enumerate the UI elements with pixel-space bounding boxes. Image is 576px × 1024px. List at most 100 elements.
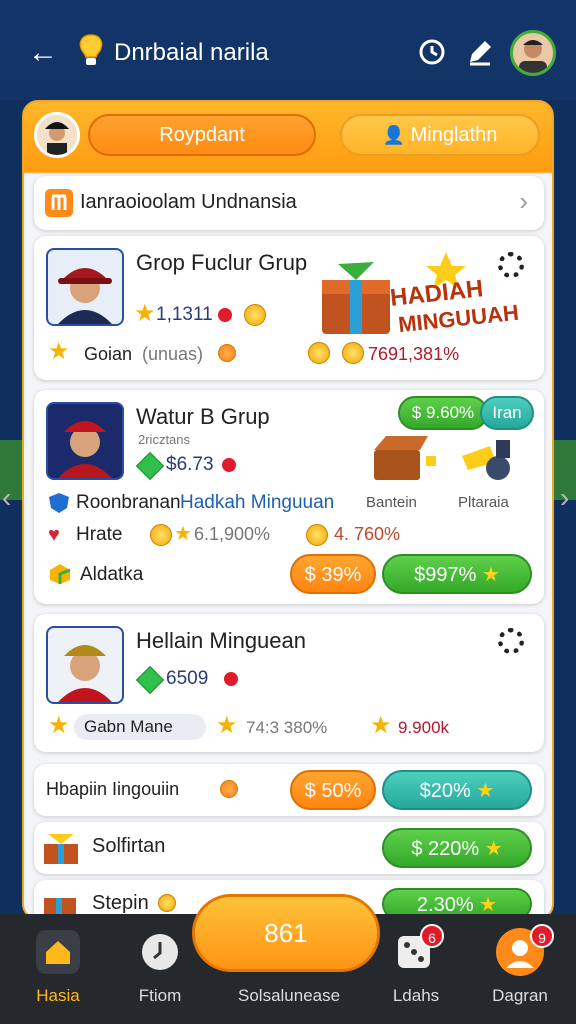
card1-label: Goian	[84, 344, 133, 364]
card3-val2: 9.900k	[398, 718, 450, 737]
home-icon	[36, 930, 80, 974]
nav-item-home[interactable]: Hasia	[8, 914, 108, 1024]
orange-coin-icon	[220, 780, 238, 798]
tab-left-button[interactable]: Roypdant	[88, 114, 316, 156]
region-header-bar[interactable]: Ianraoioolam Undnansia ›	[34, 176, 544, 230]
app-title: Dnrbaial narila	[114, 39, 269, 66]
star-icon: ★	[476, 780, 495, 802]
nav-label: Solsalunease	[238, 986, 341, 1005]
card2-portrait	[46, 402, 124, 480]
card2-row-val2: 4. 760%	[334, 524, 401, 544]
coin-icon	[150, 524, 172, 546]
user-icon: 👤	[382, 125, 406, 145]
card1-sub: (unuas)	[142, 344, 204, 364]
group-card-2[interactable]: Watur B Grup 2ricztans $6.73 $ 9.60% Ira…	[34, 390, 544, 604]
coin-icon	[158, 894, 176, 912]
row4-orange-pill[interactable]: $ 50%	[290, 770, 376, 810]
icon-label-1: Bantein	[366, 494, 417, 511]
chevron-right-icon: ›	[519, 186, 528, 216]
coin-icon	[308, 342, 330, 364]
row5-green-pill[interactable]: $ 220% ★	[382, 828, 532, 868]
cube-icon	[50, 564, 71, 584]
tab-right-label: Minglathn	[410, 124, 498, 146]
region-label: Ianraoioolam Undnansia	[80, 191, 297, 213]
left-arrow-icon[interactable]: ‹	[2, 482, 11, 514]
nav-label: Ftiom	[138, 986, 182, 1005]
red-dot-icon	[222, 670, 240, 688]
card3-stat: 6509	[166, 668, 209, 689]
card1-portrait	[46, 248, 124, 326]
star-icon: ★	[48, 712, 70, 739]
panel-avatar[interactable]	[34, 112, 80, 158]
star-icon: ★	[134, 300, 156, 327]
card2-row-val1: 6.1,900%	[194, 524, 271, 544]
notification-badge: 6	[420, 924, 444, 948]
nav-item-dice[interactable]: 6 Ldahs	[366, 914, 466, 1024]
card3-title: Hellain Minguean	[136, 628, 306, 653]
back-arrow-icon[interactable]: ←	[26, 36, 60, 70]
lightbulb-logo-icon	[79, 34, 103, 65]
star-icon: ★	[174, 523, 192, 545]
coin-icon	[306, 524, 328, 546]
group-card-1[interactable]: Grop Fuclur Grup ★ 1,1311 ★ Goian (unuas…	[34, 236, 544, 380]
top-bar: ← Dnrbaial narila	[0, 0, 576, 100]
coin-icon	[342, 342, 364, 364]
red-dot-icon	[216, 306, 234, 324]
card2-desc-link[interactable]: Hadkah Minguuan	[180, 492, 334, 514]
list-row-4[interactable]: Hbapiin Iingouiin $ 50% $20% ★	[34, 764, 544, 816]
card2-green-pill-2[interactable]: $997% ★	[382, 554, 532, 594]
row5-label: Solfirtan	[92, 835, 166, 857]
nav-label: Dagran	[492, 986, 548, 1005]
nav-label: Ldahs	[392, 986, 440, 1005]
star-icon: ★	[479, 894, 498, 916]
notification-badge: 9	[530, 924, 554, 948]
row4-teal-pill-label: $20%	[419, 780, 471, 802]
gift-box-icon	[44, 834, 78, 864]
shield-icon	[49, 493, 69, 513]
clock-icon	[142, 934, 178, 970]
center-action-button[interactable]: 861	[192, 894, 380, 972]
orange-coin-icon	[218, 344, 236, 362]
user-avatar[interactable]	[510, 30, 556, 76]
star-icon: ★	[216, 712, 238, 739]
row6-label: Stepin	[92, 892, 149, 914]
card3-val1: 74:3 380%	[246, 718, 328, 737]
card3-tag: Gabn Mane	[84, 717, 173, 736]
card1-value: 7691,381%	[368, 344, 460, 364]
card2-title: Watur B Grup	[136, 404, 270, 429]
green-gem-icon	[135, 451, 165, 481]
green-gem-icon	[135, 665, 165, 695]
star-icon: ★	[484, 838, 503, 860]
card2-bottom-label: Aldatka	[80, 564, 144, 585]
heart-icon: ♥	[48, 524, 60, 546]
card3-portrait	[46, 626, 124, 704]
cannon-icon	[462, 440, 510, 480]
row5-green-pill-label: $ 220%	[411, 838, 480, 860]
right-arrow-icon[interactable]: ›	[560, 482, 569, 514]
card2-row-label: Hrate	[76, 524, 123, 545]
nav-item-profile[interactable]: 9 Dagran	[470, 914, 570, 1024]
card1-title: Grop Fuclur Grup	[136, 250, 308, 275]
card2-desc: Roonbranan	[76, 492, 181, 513]
card2-stat: $6.73	[166, 454, 214, 475]
card1-stat: 1,1311	[156, 304, 213, 325]
tab-right-button[interactable]: 👤 Minglathn	[340, 114, 540, 156]
card2-green-pill-2-label: $997%	[414, 564, 477, 586]
nav-label: Hasia	[36, 986, 80, 1005]
card2-subtitle: 2ricztans	[138, 432, 191, 447]
settings-gear-icon[interactable]	[498, 628, 524, 654]
icon-label-2: Pltaraia	[458, 494, 509, 511]
row6-green-pill-label: 2.30%	[416, 894, 474, 916]
card2-orange-pill[interactable]: $ 39%	[290, 554, 376, 594]
edit-icon[interactable]	[464, 36, 496, 68]
clock-icon[interactable]	[416, 36, 448, 68]
list-row-5[interactable]: Solfirtan $ 220% ★	[34, 822, 544, 874]
row4-teal-pill[interactable]: $20% ★	[382, 770, 532, 810]
card2-green-pill[interactable]: $ 9.60%	[398, 396, 488, 430]
card2-teal-pill[interactable]: Iran	[480, 396, 534, 430]
group-card-3[interactable]: Hellain Minguean 6509 ★ Gabn Mane ★ 74:3…	[34, 614, 544, 752]
star-icon: ★	[48, 338, 70, 365]
building-icon	[45, 189, 73, 217]
red-dot-icon	[220, 456, 238, 474]
row4-label: Hbapiin Iingouiin	[46, 779, 180, 799]
